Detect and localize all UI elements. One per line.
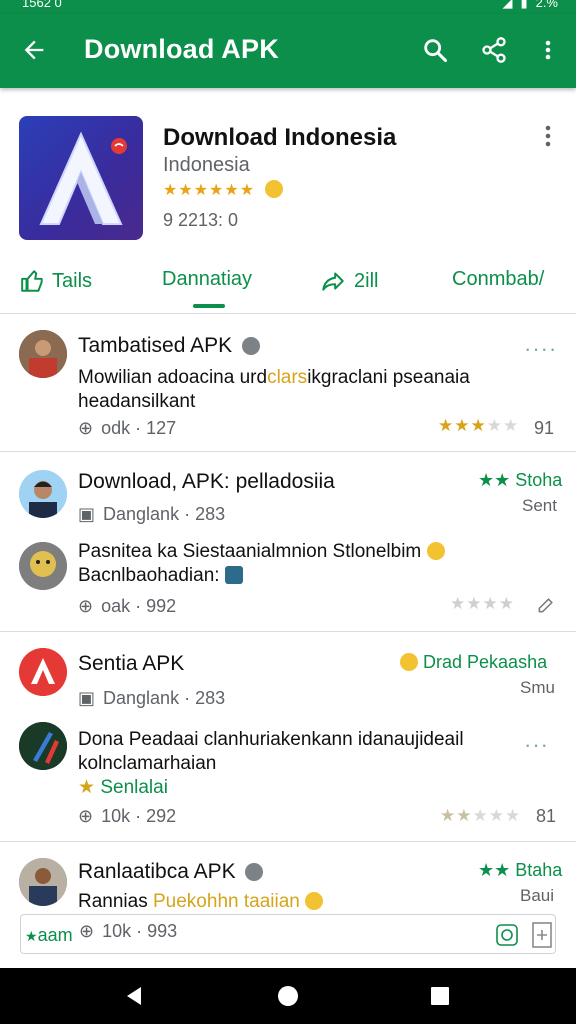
review-text: Pasnitea ka Siestaanialmnion Stlonelbim — [78, 540, 445, 564]
system-nav-bar — [0, 968, 576, 1024]
review-meta: ⊕ 10k · 993 — [79, 921, 178, 941]
review-title: Ranlaatibca APK — [78, 860, 264, 884]
globe-icon: ⊕ — [78, 418, 94, 438]
app-rating: ★★★★★★ — [163, 180, 283, 200]
app-install-count: 9 2213: 0 — [163, 210, 239, 230]
review-badge-sub: Baui — [520, 886, 555, 905]
review-text: Dona Peadaai clanhuriakenkann idanaujide… — [78, 729, 464, 750]
overflow-menu-icon[interactable] — [536, 36, 560, 64]
app-name: Download Indonesia — [163, 124, 397, 151]
app-developer[interactable]: Indonesia — [163, 154, 250, 177]
emoji-icon — [400, 653, 418, 671]
input-hint: ★aam — [25, 925, 73, 945]
overflow-menu-icon[interactable] — [540, 124, 556, 148]
review-text-line2: Bacnlbaohadian: — [78, 564, 243, 588]
tab-indicator — [193, 304, 225, 308]
rating-stars: ★★★★ — [450, 594, 515, 613]
tab-tails[interactable]: Tails — [20, 268, 92, 294]
tab-conmbab[interactable]: Conmbab/ — [452, 268, 544, 291]
app-bar: Download APK — [0, 14, 576, 88]
more-dots-icon[interactable]: ··· — [524, 732, 549, 758]
avatar[interactable] — [19, 330, 67, 378]
avatar[interactable] — [19, 648, 67, 696]
edit-icon[interactable] — [536, 595, 556, 615]
review-highlight: ★ Senlalai — [78, 777, 168, 798]
app-icon: ▣ — [78, 504, 96, 524]
chat-icon[interactable] — [495, 923, 519, 947]
review-meta: ⊕ odk · 127 — [78, 418, 177, 438]
battery-percent: 2.% — [535, 0, 558, 10]
avatar[interactable] — [19, 542, 67, 590]
review-text: Mowilian adoacina urdclarsikgraclani pse… — [78, 367, 470, 388]
review-meta: ⊕ 10k · 292 — [78, 806, 177, 826]
bookmark-add-icon[interactable] — [531, 921, 553, 949]
nav-back-icon[interactable] — [122, 984, 146, 1008]
review-badge: ★★ Btaha — [478, 860, 563, 880]
review-badge-sub: Smu — [520, 678, 555, 697]
tab-2ill[interactable]: 2ill — [318, 268, 378, 294]
emoji-icon — [426, 542, 445, 560]
share-icon[interactable] — [480, 36, 508, 64]
status-icons: ◢ ▮ 2.% — [502, 0, 558, 9]
share-arrow-icon — [322, 272, 344, 291]
rating-stars: ★★★★★★ — [163, 182, 256, 199]
rating-stars: ★★★★★ — [440, 806, 522, 825]
nav-home-icon[interactable] — [276, 984, 300, 1008]
review-text-line2: headansilkant — [78, 391, 196, 412]
review-badge-sub: Sent — [522, 496, 557, 515]
review-badge: ★★ Stoha — [478, 470, 563, 490]
review-meta-top: ▣ Danglank · 283 — [78, 504, 226, 524]
tab-dannatiay[interactable]: Dannatiay — [162, 268, 252, 291]
review-card[interactable]: Tambatised APK ···· Mowilian adoacina ur… — [0, 314, 576, 452]
app-icon: ▣ — [78, 688, 96, 708]
review-badge: Drad Pekaasha — [400, 652, 547, 673]
avatar[interactable] — [19, 722, 67, 770]
avatar[interactable] — [19, 858, 67, 906]
review-title: Download, APK: pelladosiia — [78, 470, 335, 493]
rating-stars: ★★★★★ — [438, 416, 520, 435]
emoji-icon — [305, 892, 324, 910]
globe-icon: ⊕ — [79, 921, 95, 941]
review-title: Sentia APK — [78, 652, 185, 675]
search-icon[interactable] — [421, 36, 449, 64]
rating-count: 81 — [536, 806, 557, 826]
rating-count: 91 — [534, 418, 555, 438]
nav-recents-icon[interactable] — [428, 984, 452, 1008]
avatar[interactable] — [19, 470, 67, 518]
status-time: 1562 0 — [22, 0, 62, 10]
globe-icon: ⊕ — [78, 596, 94, 616]
battery-icon: ▮ — [520, 0, 528, 10]
review-card[interactable]: Download, APK: pelladosiia ★★ Stoha Sent… — [0, 452, 576, 632]
back-arrow-icon[interactable] — [20, 36, 48, 64]
tab-bar: Tails Dannatiay 2ill Conmbab/ — [0, 256, 576, 314]
image-icon — [224, 566, 243, 584]
review-card[interactable]: Sentia APK Drad Pekaasha Smu ▣ Danglank … — [0, 632, 576, 842]
review-meta-top: ▣ Danglank · 283 — [78, 688, 226, 708]
globe-icon: ⊕ — [78, 806, 94, 826]
status-bar: 1562 0 ◢ ▮ 2.% — [0, 0, 576, 14]
review-text: Rannias Puekohhn taaiian — [78, 890, 324, 914]
page-title: Download APK — [84, 34, 279, 64]
reply-input[interactable]: ★aam ⊕ 10k · 993 — [20, 914, 556, 954]
review-meta: ⊕ oak · 992 — [78, 596, 177, 616]
app-logo-icon — [19, 116, 143, 240]
review-text-line2: kolnclamarhaian — [78, 753, 217, 774]
more-dots-icon[interactable]: ···· — [524, 336, 557, 362]
thumbs-up-icon — [21, 270, 43, 292]
verified-icon — [241, 337, 260, 356]
emoji-icon — [264, 180, 283, 198]
signal-icon: ◢ — [502, 0, 513, 10]
verified-icon — [245, 863, 264, 882]
review-title: Tambatised APK — [78, 334, 260, 358]
